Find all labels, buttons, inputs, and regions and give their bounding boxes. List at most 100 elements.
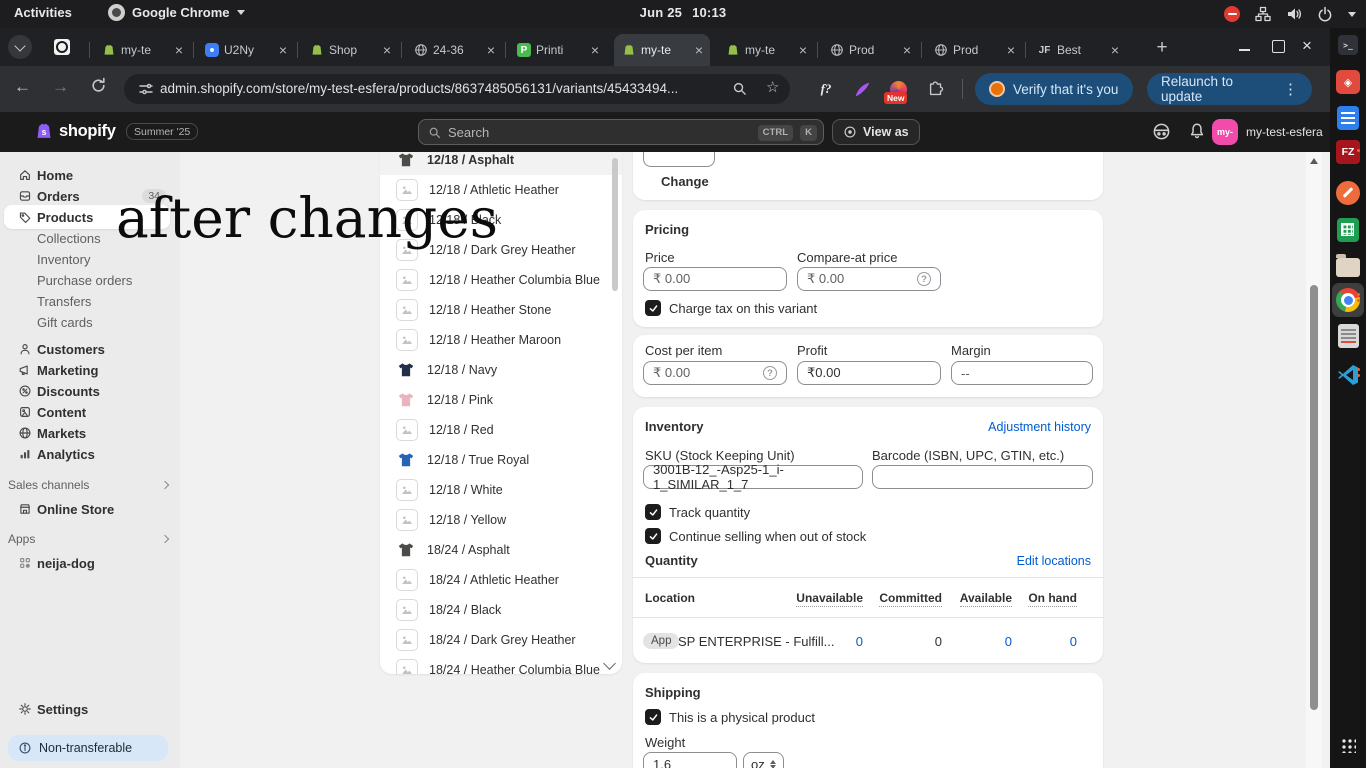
vscode-icon[interactable] — [1335, 362, 1361, 388]
help-icon[interactable] — [763, 366, 777, 380]
address-bar[interactable]: admin.shopify.com/store/my-test-esfera/p… — [124, 74, 790, 104]
browser-tab[interactable]: Shop × — [302, 34, 398, 66]
bookmark-star-icon[interactable]: ☆ — [766, 78, 779, 96]
physical-product-checkbox[interactable] — [645, 709, 661, 725]
terminal-icon[interactable] — [1335, 32, 1361, 58]
variant-list-item[interactable]: 12/18 / Asphalt — [380, 152, 622, 175]
zoom-page-icon[interactable] — [732, 81, 747, 99]
col-unavailable[interactable]: Unavailable — [783, 591, 863, 605]
site-settings-icon[interactable] — [138, 81, 154, 100]
help-icon[interactable] — [917, 272, 931, 286]
edition-badge[interactable]: Summer '25 — [126, 123, 198, 140]
continue-selling-checkbox[interactable] — [645, 528, 661, 544]
browser-tab[interactable]: my-te × — [94, 34, 190, 66]
admin-search-input[interactable]: Search CTRL K — [418, 119, 824, 145]
file-manager-icon[interactable] — [1335, 252, 1361, 278]
tab-close-icon[interactable]: × — [799, 43, 807, 57]
sidebar-item-orders[interactable]: Orders 34 — [0, 185, 180, 207]
page-scrollbar[interactable] — [1306, 152, 1322, 768]
variant-list-item[interactable]: 12/18 / Navy — [380, 355, 622, 385]
variant-image-box[interactable] — [643, 152, 715, 167]
variant-list-item[interactable]: 12/18 / True Royal — [380, 445, 622, 475]
profit-input[interactable]: ₹0.00 — [797, 361, 941, 385]
variant-list-item[interactable]: 12/18 / Heather Columbia Blue — [380, 265, 622, 295]
sidebar-item-transfers[interactable]: Transfers — [0, 290, 180, 312]
barcode-input[interactable] — [872, 465, 1093, 489]
sidebar-item-analytics[interactable]: Analytics — [0, 443, 180, 465]
browser-tab[interactable]: 24-36 × — [406, 34, 502, 66]
sidebar-item-gift-cards[interactable]: Gift cards — [0, 311, 180, 333]
variant-list-item[interactable]: 12/18 / White — [380, 475, 622, 505]
browser-tab[interactable]: Best × — [1030, 34, 1126, 66]
browser-tab[interactable]: my-te × — [614, 34, 710, 66]
back-button[interactable]: ← — [14, 77, 31, 97]
new-tab-button[interactable]: + — [1150, 36, 1174, 60]
browser-tab[interactable]: U2Ny × — [198, 34, 294, 66]
track-quantity-checkbox[interactable] — [645, 504, 661, 520]
margin-input[interactable]: -- — [951, 361, 1093, 385]
reload-button[interactable] — [90, 77, 107, 99]
sidebar-item-products[interactable]: Products — [0, 206, 180, 228]
scrollbar-thumb[interactable] — [1310, 285, 1318, 710]
sidebar-item-settings[interactable]: Settings — [0, 698, 180, 720]
col-on-hand[interactable]: On hand — [997, 591, 1077, 605]
browser-tab[interactable]: my-te × — [718, 34, 814, 66]
variant-list-scrollbar[interactable] — [612, 158, 618, 291]
tab-close-icon[interactable]: × — [487, 43, 495, 57]
shopify-logo[interactable]: s shopify — [34, 120, 116, 142]
variant-list-item[interactable]: 18/24 / Athletic Heather — [380, 565, 622, 595]
price-input[interactable]: ₹ 0.00 — [643, 267, 787, 291]
tab-close-icon[interactable]: × — [279, 43, 287, 57]
sidebar-item-home[interactable]: Home — [0, 164, 180, 186]
variant-list-item[interactable]: 12/18 / Black — [380, 205, 622, 235]
tab-close-icon[interactable]: × — [175, 43, 183, 57]
sidebar-item-purchase-orders[interactable]: Purchase orders — [0, 269, 180, 291]
extension-lightshot-icon[interactable] — [852, 79, 872, 99]
variant-list-item[interactable]: 12/18 / Pink — [380, 385, 622, 415]
window-close-button[interactable]: × — [1302, 36, 1312, 56]
store-name[interactable]: my-test-esfera — [1246, 125, 1323, 139]
show-apps-grid-icon[interactable] — [1335, 732, 1361, 758]
tab-close-icon[interactable]: × — [1111, 43, 1119, 57]
sidebar-item-content[interactable]: Content — [0, 401, 180, 423]
spreadsheet-app-icon[interactable] — [1335, 217, 1361, 243]
browser-tab[interactable]: Prod × — [822, 34, 918, 66]
sidebar-item-collections[interactable]: Collections — [0, 227, 180, 249]
cost-input[interactable]: ₹ 0.00 — [643, 361, 787, 385]
window-minimize-button[interactable] — [1238, 38, 1252, 52]
on-hand-value[interactable]: 0 — [997, 634, 1077, 649]
variant-list-item[interactable]: 18/24 / Dark Grey Heather — [380, 625, 622, 655]
extension-fakefiller-icon[interactable] — [816, 79, 836, 99]
tab-close-icon[interactable]: × — [695, 43, 703, 57]
weight-input[interactable]: 1.6 — [643, 752, 737, 768]
col-committed[interactable]: Committed — [862, 591, 942, 605]
sidebar-item-neija-dog[interactable]: neija-dog — [0, 552, 180, 574]
browser-tab[interactable]: Printi × — [510, 34, 606, 66]
sidebar-item-inventory[interactable]: Inventory — [0, 248, 180, 270]
unavailable-value[interactable]: 0 — [783, 634, 863, 649]
view-as-button[interactable]: View as — [832, 119, 920, 145]
system-tray[interactable] — [1224, 0, 1356, 28]
document-app-icon[interactable] — [1335, 105, 1361, 131]
pinned-tab-favicon[interactable] — [54, 39, 70, 55]
variant-list-item[interactable]: 12/18 / Heather Stone — [380, 295, 622, 325]
tab-close-icon[interactable]: × — [903, 43, 911, 57]
variant-list-item[interactable]: 12/18 / Athletic Heather — [380, 175, 622, 205]
charge-tax-checkbox[interactable] — [645, 300, 661, 316]
clock[interactable]: Jun 2510:13 — [0, 5, 1366, 20]
change-image-button[interactable]: Change — [661, 174, 709, 189]
mail-app-icon[interactable] — [1335, 69, 1361, 95]
chrome-menu-icon[interactable]: ⋮ — [1283, 80, 1298, 98]
store-avatar[interactable]: my- — [1212, 119, 1238, 145]
weight-unit-select[interactable]: oz — [743, 752, 784, 768]
extension-new-icon[interactable]: New — [888, 79, 908, 99]
tab-close-icon[interactable]: × — [591, 43, 599, 57]
variant-list-item[interactable]: 12/18 / Yellow — [380, 505, 622, 535]
sidebar-item-online-store[interactable]: Online Store — [0, 498, 180, 520]
document-viewer-icon[interactable] — [1335, 323, 1361, 349]
sales-channels-header[interactable]: Sales channels — [8, 478, 172, 492]
browser-tab[interactable]: Prod × — [926, 34, 1022, 66]
compare-at-input[interactable]: ₹ 0.00 — [797, 267, 941, 291]
verify-button[interactable]: Verify that it's you — [975, 73, 1133, 105]
adjustment-history-link[interactable]: Adjustment history — [988, 420, 1091, 434]
